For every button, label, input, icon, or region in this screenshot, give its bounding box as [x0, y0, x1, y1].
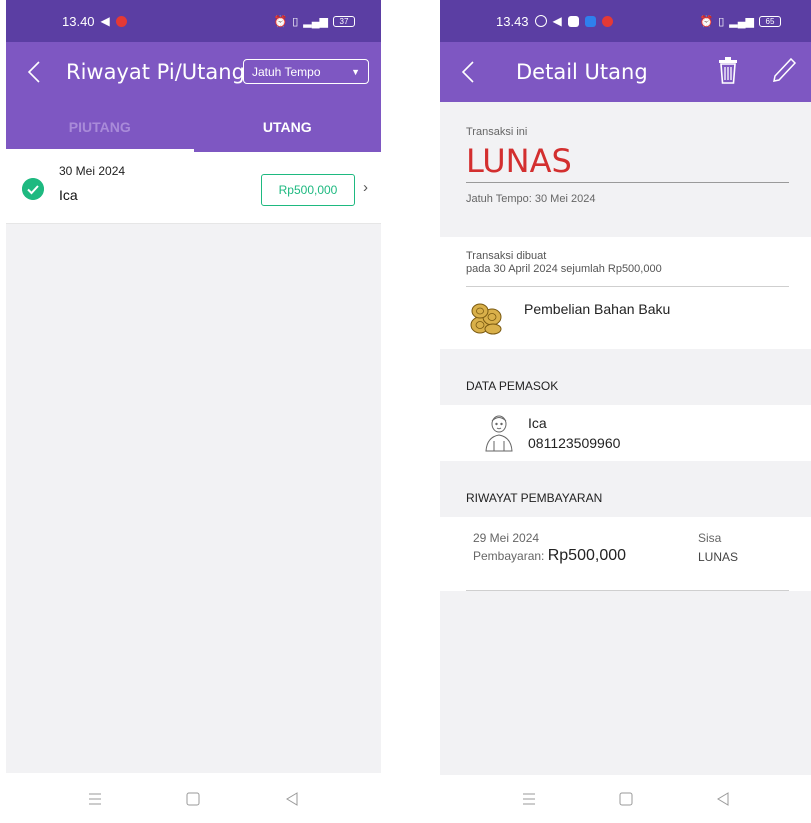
- created-detail: pada 30 April 2024 sejumlah Rp500,000: [466, 263, 662, 275]
- transaction-card: Transaksi dibuat pada 30 April 2024 seju…: [440, 237, 811, 349]
- payment-amount: Rp500,000: [547, 547, 627, 564]
- trash-icon: [719, 57, 737, 84]
- status-card: Transaksi ini LUNAS Jatuh Tempo: 30 Mei …: [440, 102, 811, 237]
- menu-icon[interactable]: [75, 784, 115, 814]
- back-button[interactable]: [446, 42, 490, 102]
- payment-row[interactable]: 29 Mei 2024 Pembayaran: Rp500,000 Sisa L…: [440, 517, 811, 591]
- remaining-label: Sisa: [698, 531, 722, 545]
- item-amount-button[interactable]: Rp500,000: [261, 174, 355, 206]
- category-label: Pembelian Bahan Baku: [524, 301, 671, 317]
- check-circle-icon: [22, 178, 44, 200]
- vibrate-icon: ▯: [718, 15, 725, 28]
- divider: [466, 286, 789, 287]
- person-icon: [485, 415, 513, 452]
- notification-icon: [601, 15, 613, 27]
- back-nav-icon[interactable]: [272, 784, 312, 814]
- signal-icon: ▂▄▆: [729, 15, 754, 28]
- riwayat-screen: 13.40 ◀ ⏰ ▯ ▂▄▆ 37 Riwayat Pi/Utang Jatu…: [6, 0, 381, 823]
- pencil-icon: [773, 57, 797, 82]
- page-title: Detail Utang: [516, 60, 648, 84]
- status-time: 13.43: [496, 13, 529, 29]
- back-arrow-icon: [461, 61, 474, 83]
- back-arrow-icon: [27, 61, 40, 83]
- list-item[interactable]: 30 Mei 2024 Ica Rp500,000 ›: [6, 152, 381, 224]
- tab-piutang[interactable]: PIUTANG: [6, 102, 194, 152]
- telegram-icon: ◀: [100, 14, 110, 28]
- supplier-row[interactable]: Ica 081123509960: [440, 405, 811, 461]
- dropdown-caret-icon: ▼: [351, 66, 360, 77]
- telegram-icon: ◀: [552, 14, 562, 28]
- home-icon[interactable]: [173, 784, 213, 814]
- detail-screen: 13.43 ◀ ⏰ ▯ ▂▄▆ 65 Detail Utang Transaks…: [440, 0, 811, 823]
- divider: [466, 590, 789, 591]
- status-divider: [466, 182, 789, 184]
- status-value: LUNAS: [466, 142, 572, 180]
- back-nav-icon[interactable]: [703, 784, 743, 814]
- transaction-label: Transaksi ini: [466, 126, 528, 138]
- item-date: 30 Mei 2024: [59, 164, 126, 178]
- app-icon: [584, 15, 596, 27]
- created-label: Transaksi dibuat: [466, 250, 547, 262]
- app-bar: Riwayat Pi/Utang Jatuh Tempo ▼: [6, 42, 381, 102]
- due-date: Jatuh Tempo: 30 Mei 2024: [466, 193, 596, 206]
- detail-content: Transaksi ini LUNAS Jatuh Tempo: 30 Mei …: [440, 102, 811, 785]
- payment-section-header: RIWAYAT PEMBAYARAN: [440, 461, 811, 517]
- signal-icon: ▂▄▆: [303, 15, 328, 28]
- app-bar: Detail Utang: [440, 42, 811, 102]
- system-nav-bar: [440, 775, 811, 823]
- alarm-icon: ⏰: [273, 15, 288, 28]
- alarm-icon: ⏰: [699, 15, 714, 28]
- menu-icon[interactable]: [509, 784, 549, 814]
- page-title: Riwayat Pi/Utang: [66, 60, 245, 84]
- back-button[interactable]: [12, 42, 56, 102]
- tab-utang[interactable]: UTANG: [194, 102, 382, 152]
- edit-button[interactable]: [771, 56, 797, 89]
- bag-icon: [567, 15, 579, 27]
- supplier-phone: 081123509960: [528, 435, 621, 451]
- filter-dropdown[interactable]: Jatuh Tempo ▼: [243, 59, 369, 84]
- logs-icon: [470, 303, 502, 335]
- system-nav-bar: [6, 775, 381, 823]
- payment-date: 29 Mei 2024: [473, 531, 540, 545]
- debt-list: 30 Mei 2024 Ica Rp500,000 ›: [6, 152, 381, 773]
- filter-dropdown-label: Jatuh Tempo: [252, 64, 321, 79]
- delete-button[interactable]: [717, 56, 739, 89]
- vibrate-icon: ▯: [292, 15, 299, 28]
- remaining-value: LUNAS: [698, 550, 739, 564]
- category-row: Pembelian Bahan Baku: [466, 295, 789, 335]
- status-bar: 13.40 ◀ ⏰ ▯ ▂▄▆ 37: [6, 0, 381, 42]
- status-bar: 13.43 ◀ ⏰ ▯ ▂▄▆ 65: [440, 0, 811, 42]
- battery-icon: 65: [759, 15, 781, 27]
- payment-line: Pembayaran: Rp500,000: [473, 547, 626, 565]
- chevron-right-icon[interactable]: ›: [363, 179, 368, 196]
- supplier-section-header: DATA PEMASOK: [440, 349, 811, 405]
- battery-icon: 37: [333, 15, 355, 27]
- tab-bar: PIUTANG UTANG: [6, 102, 381, 152]
- notification-icon: [115, 15, 127, 27]
- whatsapp-icon: [534, 15, 547, 27]
- item-name: Ica: [59, 187, 78, 203]
- home-icon[interactable]: [606, 784, 646, 814]
- supplier-name: Ica: [528, 415, 547, 431]
- payment-label: Pembayaran:: [473, 549, 548, 563]
- status-time: 13.40: [62, 13, 95, 29]
